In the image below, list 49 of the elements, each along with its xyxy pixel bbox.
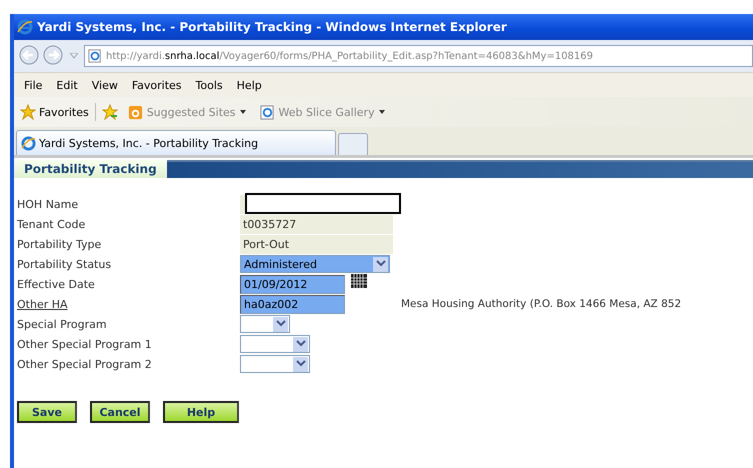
dropdown-icon[interactable] — [70, 53, 78, 59]
input-field[interactable]: 01/09/2012 — [240, 274, 345, 294]
caret-icon — [240, 110, 246, 114]
back-button[interactable] — [18, 45, 40, 67]
window-title: Yardi Systems, Inc. - Portability Tracking - Windows Internet Explorer — [37, 20, 507, 34]
menu-item[interactable]: Edit — [56, 78, 78, 92]
field-label: Effective Date — [17, 278, 96, 290]
forward-button[interactable] — [42, 45, 64, 67]
field-label: Special Program — [17, 318, 108, 330]
dropdown[interactable] — [240, 335, 310, 353]
page-icon — [260, 104, 275, 120]
page-icon — [88, 49, 102, 63]
caret-icon — [378, 110, 385, 114]
chevron-down-icon — [296, 360, 306, 368]
menu-item[interactable]: File — [24, 78, 42, 92]
menu-item[interactable]: View — [92, 78, 118, 92]
new-tab-button[interactable] — [338, 133, 368, 155]
form-button[interactable]: Save — [17, 401, 77, 423]
field-label: Other Special Program 1 — [17, 338, 153, 350]
field-label: HOH Name — [17, 198, 80, 210]
chevron-down-icon — [276, 320, 286, 328]
browser-tab[interactable]: Yardi Systems, Inc. - Portability Tracking — [16, 130, 336, 155]
dropdown[interactable] — [240, 315, 290, 333]
dropdown[interactable] — [240, 355, 310, 373]
input-field[interactable]: ha0az002 — [240, 294, 345, 314]
field-label: Portability Type — [17, 238, 102, 250]
chevron-down-icon — [296, 340, 306, 348]
browser-logo-icon — [21, 136, 36, 150]
field-link[interactable]: Other HA — [17, 298, 240, 310]
menu-item[interactable]: Tools — [196, 78, 223, 92]
readonly-value: t0035727 — [240, 214, 393, 234]
favorites-button[interactable]: Favorites — [20, 104, 89, 120]
star-icon — [20, 104, 36, 120]
menu-item[interactable]: Favorites — [132, 78, 182, 92]
form-button[interactable]: Cancel — [90, 401, 150, 423]
menu-item[interactable]: Help — [236, 78, 262, 92]
chevron-down-icon — [376, 260, 386, 268]
form-button[interactable]: Help — [163, 401, 239, 423]
dropdown[interactable]: Administered — [240, 255, 390, 273]
browser-logo-icon — [17, 19, 33, 35]
add-favorite-icon[interactable] — [102, 104, 118, 120]
readonly-value: Port-Out — [240, 234, 393, 254]
suggested-sites-icon — [128, 104, 143, 120]
field-label: Portability Status — [17, 258, 112, 270]
field-label: Tenant Code — [17, 218, 86, 230]
housing-authority-text: Mesa Housing Authority (P.O. Box 1466 Mesa, AZ 852 — [401, 298, 682, 310]
calendar-icon[interactable] — [351, 274, 367, 288]
address-field[interactable]: http://yardi.snrha.local/Voyager60/forms/PHA_Portability_Edit.asp?hTenant=46083&hMy=108169 — [84, 45, 753, 67]
field-label: Other Special Program 2 — [17, 358, 153, 370]
